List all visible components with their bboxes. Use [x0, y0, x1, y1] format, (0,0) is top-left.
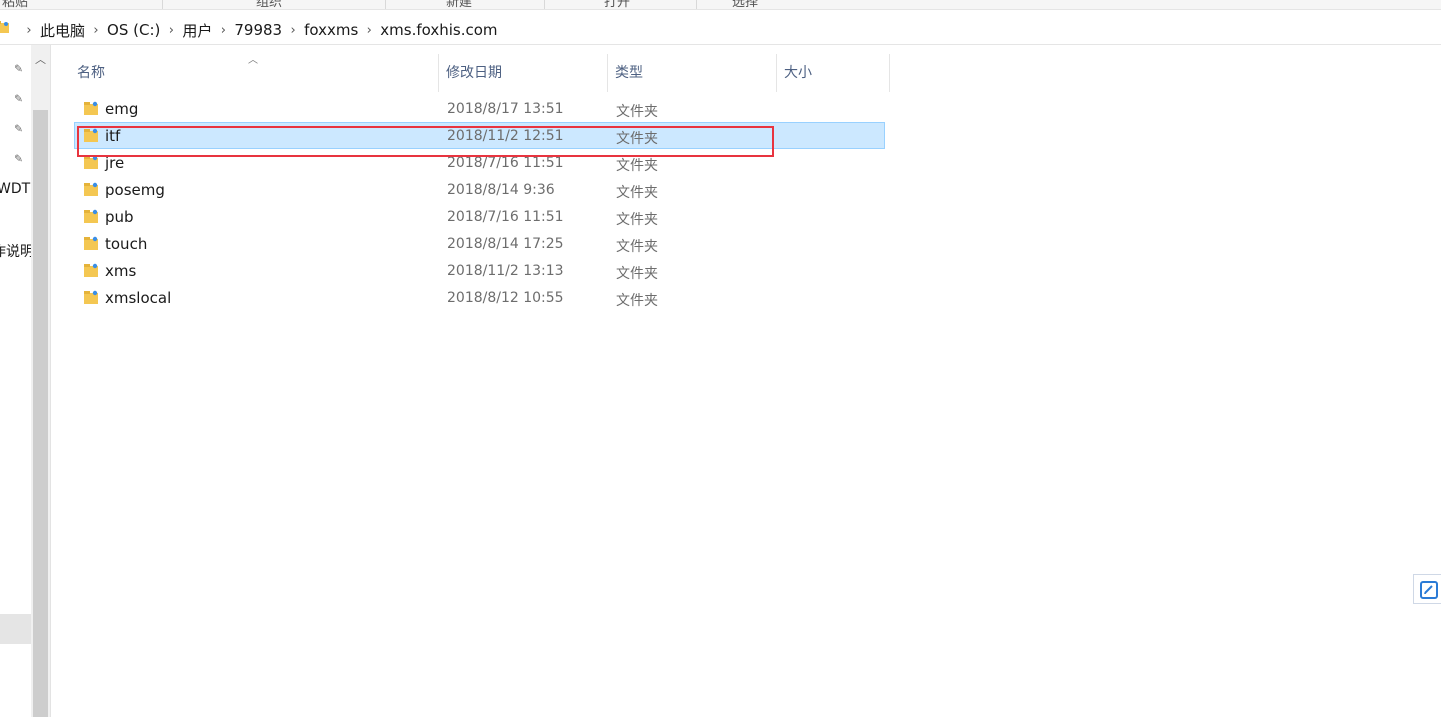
nav-item-selected[interactable] — [0, 614, 31, 644]
file-name: posemg — [105, 181, 165, 199]
file-type: 文件夹 — [616, 293, 658, 309]
file-type: 文件夹 — [616, 185, 658, 201]
annotation-highlight-box — [77, 126, 774, 157]
folder-icon — [84, 236, 98, 250]
file-type: 文件夹 — [616, 212, 658, 228]
folder-icon — [84, 101, 98, 115]
folder-icon — [84, 263, 98, 277]
breadcrumb: › 此电脑 › OS (C:) › 用户 › 79983 › foxxms › … — [20, 16, 500, 44]
ribbon: 粘贴 组织 新建 打开 选择 — [0, 0, 1441, 10]
file-name: xms — [105, 262, 137, 280]
nav-item-readme[interactable]: 作说明 — [0, 241, 31, 261]
ribbon-group-paste[interactable]: 粘贴 — [2, 0, 28, 9]
chevron-right-icon[interactable]: › — [162, 23, 180, 38]
scroll-up-icon[interactable]: ︿ — [31, 53, 50, 67]
ribbon-divider — [696, 0, 697, 9]
chevron-right-icon[interactable]: › — [214, 23, 232, 38]
sort-ascending-icon: ︿ — [248, 55, 258, 66]
column-modified[interactable]: 修改日期 — [446, 62, 502, 82]
file-modified: 2018/8/14 9:36 — [447, 182, 555, 198]
file-row[interactable]: pub 2018/7/16 11:51 文件夹 — [74, 203, 885, 230]
file-row[interactable]: emg 2018/8/17 13:51 文件夹 — [74, 95, 885, 122]
navigation-pane: ✏ ✏ ✏ ✏ WDT 作说明 — [0, 45, 31, 717]
folder-icon — [84, 290, 98, 304]
pin-icon[interactable]: ✏ — [11, 121, 28, 139]
edit-icon — [1420, 581, 1438, 599]
folder-icon — [0, 21, 9, 33]
file-name: xmslocal — [105, 289, 172, 307]
nav-item-wdt[interactable]: WDT — [0, 181, 30, 197]
file-row[interactable]: posemg 2018/8/14 9:36 文件夹 — [74, 176, 885, 203]
file-type: 文件夹 — [616, 104, 658, 120]
scrollbar-thumb[interactable] — [33, 110, 48, 717]
floating-edit-widget[interactable] — [1413, 574, 1441, 604]
pin-icon[interactable]: ✏ — [11, 91, 28, 109]
file-modified: 2018/7/16 11:51 — [447, 155, 564, 171]
chevron-right-icon[interactable]: › — [20, 23, 38, 38]
ribbon-group-open[interactable]: 打开 — [604, 0, 630, 9]
pin-icon[interactable]: ✏ — [11, 61, 28, 79]
crumb-foxxms[interactable]: foxxms — [302, 21, 360, 39]
pin-icon[interactable]: ✏ — [11, 151, 28, 169]
ribbon-group-new[interactable]: 新建 — [446, 0, 472, 9]
file-row[interactable]: xmslocal 2018/8/12 10:55 文件夹 — [74, 284, 885, 311]
file-row[interactable]: xms 2018/11/2 13:13 文件夹 — [74, 257, 885, 284]
file-type: 文件夹 — [616, 266, 658, 282]
crumb-xms-foxhis-com[interactable]: xms.foxhis.com — [378, 21, 499, 39]
file-modified: 2018/11/2 13:13 — [447, 263, 564, 279]
file-modified: 2018/8/12 10:55 — [447, 290, 564, 306]
file-modified: 2018/8/17 13:51 — [447, 101, 564, 117]
column-divider[interactable] — [776, 54, 777, 92]
file-name: touch — [105, 235, 148, 253]
column-type[interactable]: 类型 — [615, 62, 643, 82]
column-header: ︿ 名称 修改日期 类型 大小 — [50, 45, 890, 92]
crumb-users[interactable]: 用户 — [180, 20, 214, 41]
nav-scrollbar[interactable]: ︿ — [31, 45, 51, 717]
ribbon-divider — [385, 0, 386, 9]
file-modified: 2018/8/14 17:25 — [447, 236, 564, 252]
crumb-user-79983[interactable]: 79983 — [232, 21, 284, 39]
column-divider[interactable] — [607, 54, 608, 92]
folder-icon — [84, 209, 98, 223]
crumb-this-pc[interactable]: 此电脑 — [38, 20, 87, 41]
column-name[interactable]: 名称 — [77, 62, 105, 82]
ribbon-group-select[interactable]: 选择 — [732, 0, 758, 9]
folder-icon — [84, 182, 98, 196]
file-type: 文件夹 — [616, 158, 658, 174]
file-type: 文件夹 — [616, 239, 658, 255]
chevron-right-icon[interactable]: › — [87, 23, 105, 38]
column-divider[interactable] — [438, 54, 439, 92]
column-divider[interactable] — [889, 54, 890, 92]
ribbon-divider — [544, 0, 545, 9]
chevron-right-icon[interactable]: › — [284, 23, 302, 38]
chevron-right-icon[interactable]: › — [360, 23, 378, 38]
ribbon-divider — [162, 0, 163, 9]
file-modified: 2018/7/16 11:51 — [447, 209, 564, 225]
file-name: emg — [105, 100, 139, 118]
file-row[interactable]: touch 2018/8/14 17:25 文件夹 — [74, 230, 885, 257]
column-size[interactable]: 大小 — [784, 62, 812, 82]
address-bar[interactable]: › 此电脑 › OS (C:) › 用户 › 79983 › foxxms › … — [0, 16, 1441, 45]
ribbon-group-organize[interactable]: 组织 — [256, 0, 282, 9]
crumb-os-c[interactable]: OS (C:) — [105, 21, 162, 39]
file-name: pub — [105, 208, 134, 226]
